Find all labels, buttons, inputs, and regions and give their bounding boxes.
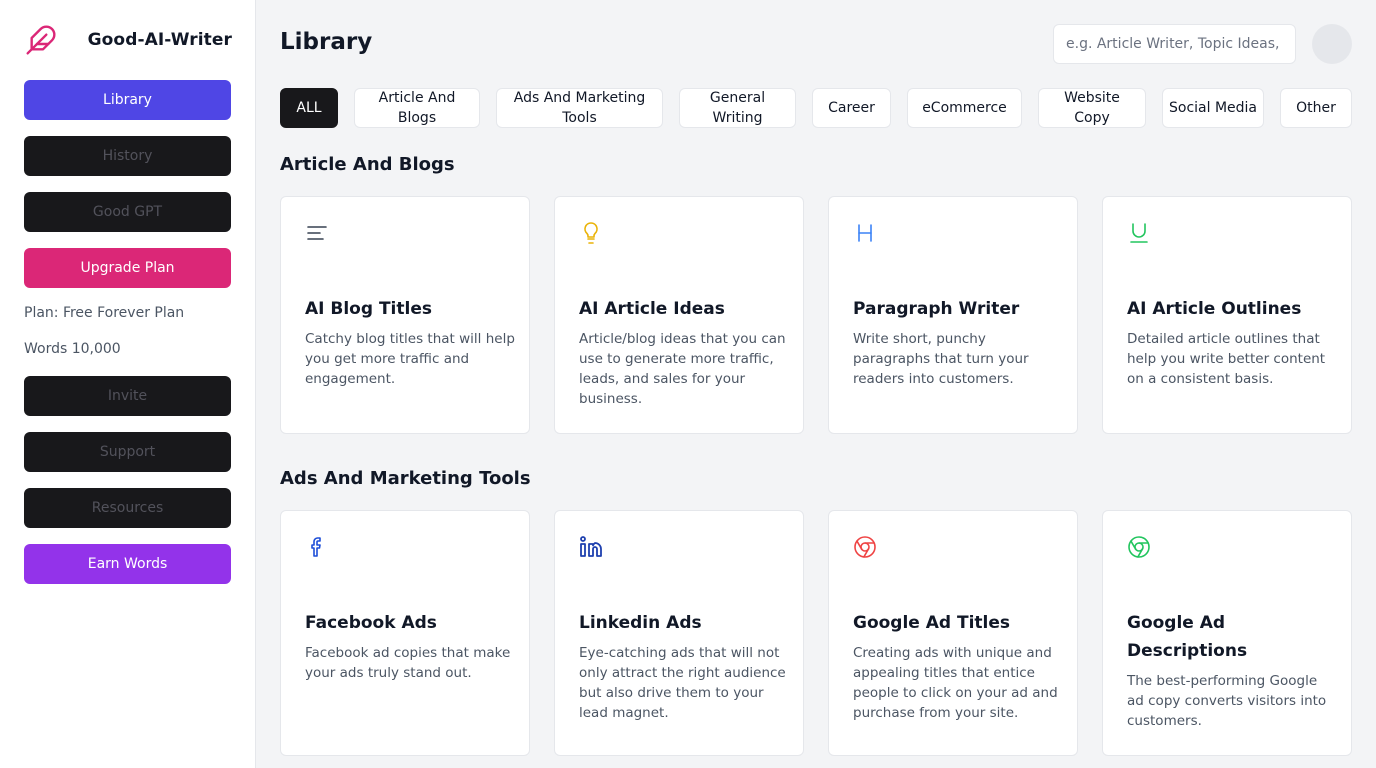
card-title: Linkedin Ads (579, 613, 702, 633)
underline-icon (1127, 221, 1151, 245)
section-title-ads-marketing: Ads And Marketing Tools (280, 468, 531, 489)
card-title: Paragraph Writer (853, 299, 1020, 319)
card-description: Eye-catching ads that will not only attr… (579, 645, 786, 721)
card-description: Detailed article outlines that help you … (1127, 331, 1326, 387)
history-button[interactable]: History (24, 136, 231, 176)
earn-words-button[interactable]: Earn Words (24, 544, 231, 584)
filter-website-copy[interactable]: Website Copy (1038, 88, 1146, 128)
feather-icon (24, 23, 58, 57)
page-title: Library (280, 29, 373, 55)
card-title: AI Blog Titles (305, 299, 432, 319)
section-title-article-blogs: Article And Blogs (280, 154, 455, 175)
filter-other[interactable]: Other (1280, 88, 1352, 128)
linkedin-icon (579, 535, 603, 559)
chrome-icon (853, 535, 877, 559)
card-description: Creating ads with unique and appealing t… (853, 645, 1058, 721)
card-description: Article/blog ideas that you can use to g… (579, 331, 786, 407)
card-title: AI Article Outlines (1127, 299, 1302, 319)
brand[interactable]: Good-AI-Writer (24, 22, 232, 58)
card-title: AI Article Ideas (579, 299, 725, 319)
card-title: Google Ad Descriptions (1127, 613, 1248, 661)
sidebar: Good-AI-Writer Library History Good GPT … (0, 0, 256, 768)
card-title: Facebook Ads (305, 613, 437, 633)
tool-card[interactable]: Linkedin Ads Eye-catching ads that will … (554, 510, 804, 756)
invite-button[interactable]: Invite (24, 376, 231, 416)
tool-card[interactable]: Google Ad Descriptions The best-performi… (1102, 510, 1352, 756)
filter-all[interactable]: ALL (280, 88, 338, 128)
card-description: Facebook ad copies that make your ads tr… (305, 645, 511, 681)
facebook-icon (305, 535, 329, 559)
filter-social-media[interactable]: Social Media (1162, 88, 1264, 128)
resources-button[interactable]: Resources (24, 488, 231, 528)
tool-card[interactable]: Paragraph Writer Write short, punchy par… (828, 196, 1078, 434)
avatar[interactable] (1312, 24, 1352, 64)
filter-career[interactable]: Career (812, 88, 891, 128)
library-button[interactable]: Library (24, 80, 231, 120)
lightbulb-icon (579, 221, 603, 245)
filter-ads-and-marketing[interactable]: Ads And Marketing Tools (496, 88, 663, 128)
plan-label: Plan: Free Forever Plan (24, 305, 185, 321)
filter-ecommerce[interactable]: eCommerce (907, 88, 1022, 128)
card-description: Catchy blog titles that will help you ge… (305, 331, 515, 387)
support-button[interactable]: Support (24, 432, 231, 472)
tool-card[interactable]: AI Article Outlines Detailed article out… (1102, 196, 1352, 434)
upgrade-plan-button[interactable]: Upgrade Plan (24, 248, 231, 288)
filter-general-writing[interactable]: General Writing (679, 88, 796, 128)
brand-name: Good-AI-Writer (87, 30, 232, 50)
tool-card[interactable]: Facebook Ads Facebook ad copies that mak… (280, 510, 530, 756)
card-description: Write short, punchy paragraphs that turn… (853, 331, 1029, 387)
card-description: The best-performing Google ad copy conve… (1127, 673, 1327, 729)
tool-card[interactable]: AI Blog Titles Catchy blog titles that w… (280, 196, 530, 434)
tool-card[interactable]: AI Article Ideas Article/blog ideas that… (554, 196, 804, 434)
search-input[interactable] (1053, 24, 1296, 64)
heading-icon (853, 221, 877, 245)
good-gpt-button[interactable]: Good GPT (24, 192, 231, 232)
tool-card[interactable]: Google Ad Titles Creating ads with uniqu… (828, 510, 1078, 756)
chrome-icon (1127, 535, 1151, 559)
filter-article-and-blogs[interactable]: Article And Blogs (354, 88, 480, 128)
card-title: Google Ad Titles (853, 613, 1011, 633)
words-count: Words 10,000 (24, 341, 121, 357)
align-left-icon (305, 221, 329, 245)
